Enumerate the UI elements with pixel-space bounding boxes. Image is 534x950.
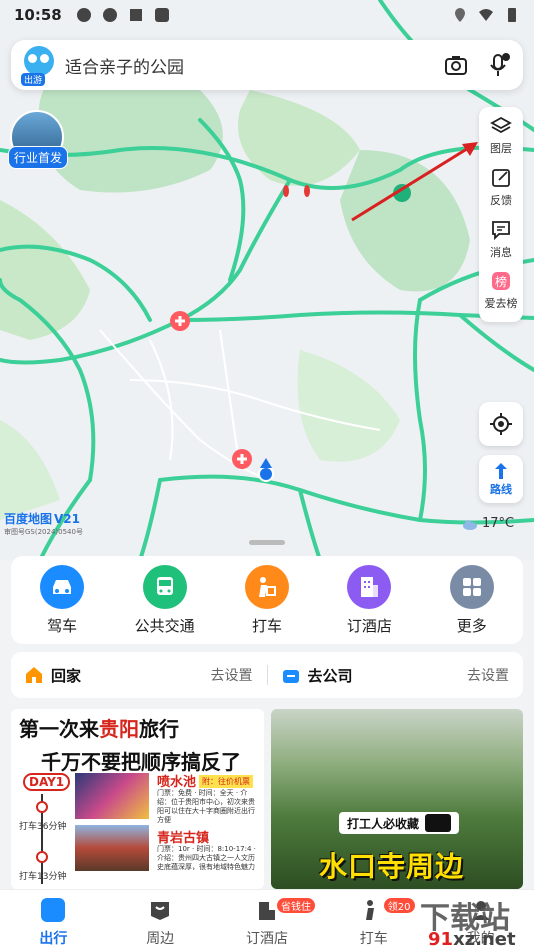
spot-title: 青岩古镇 [157,831,210,846]
timeline-dot [36,851,48,863]
home-shortcut[interactable]: 回家 去设置 [11,665,267,686]
spot-photo [75,825,149,871]
quick-action-more[interactable]: 更多 [427,564,517,636]
promo-label[interactable]: 行业首发 [8,146,69,169]
saved-places: 回家 去设置 去公司 去设置 [11,652,523,698]
tab-hotel[interactable]: 省钱住 订酒店 [227,898,315,948]
mascot-avatar[interactable]: 出游 [21,46,55,86]
feedback-icon [492,168,510,187]
layers-icon [490,116,512,134]
quick-action-drive[interactable]: 驾车 [17,564,107,636]
svg-text:榜: 榜 [495,274,507,289]
quick-action-taxi[interactable]: 打车 [222,564,312,636]
tab-taxi[interactable]: 领20 打车 [334,898,415,948]
clock: 10:58 [14,6,62,24]
feed-card-guiyang[interactable]: 第一次来贵阳旅行 千万不要把顺序搞反了 DAY1 打车36分钟 打车13分钟 喷… [11,709,264,889]
briefcase-icon [282,670,299,683]
quick-action-transit[interactable]: 公共交通 [120,564,210,636]
layers-button[interactable]: 图层 [490,115,512,167]
tab-badge: 省钱住 [276,898,315,913]
day-badge: DAY1 [23,773,71,791]
card-tag: 打工人必收藏 [339,812,460,834]
locate-button[interactable] [479,402,523,446]
feedback-button[interactable]: 反馈 [490,167,512,219]
hotel-icon [347,564,392,609]
ranking-button[interactable]: 榜 爱去榜 [485,270,518,322]
message-button[interactable]: 消息 [490,219,512,271]
battery-icon [508,8,516,22]
car-icon [40,564,85,609]
nearby-icon [151,902,170,920]
search-bar[interactable]: 出游 适合亲子的公园 [11,40,523,90]
taxi-duration: 打车13分钟 [19,872,67,882]
location-status-icon [455,8,465,22]
spot-info: 门票：免费 · 时间：全天 · 介绍：位于贵阳市中心，初次来贵阳可以住在大十字商… [157,789,255,825]
feed-card-shuikousi[interactable]: 打工人必收藏 水口寺周边 [271,709,523,889]
grid-icon [449,564,494,609]
tab-badge: 领20 [383,898,415,913]
route-button[interactable]: 路线 [479,455,523,503]
spot-title: 喷水池 [157,775,197,790]
avatar-tag: 出游 [21,73,46,86]
search-icon [425,814,452,832]
taxi-icon [365,900,374,920]
spot-info: 门票：10r · 时间：8:10-17:4 · 介绍：贵州四大古镇之一人文历史底… [157,845,256,872]
card-title: 第一次来贵阳旅行 [19,717,179,741]
taxi-duration: 打车36分钟 [19,822,67,832]
hotel-icon [258,902,275,920]
home-set-link[interactable]: 去设置 [211,665,253,685]
tab-travel[interactable]: 出行 [13,898,93,948]
app-notification-icon [129,9,142,21]
microphone-icon[interactable] [485,52,511,78]
cloud-icon [463,519,477,530]
tab-nearby[interactable]: 周边 [120,898,200,948]
travel-icon [41,898,66,922]
route-arrow-icon [495,463,507,479]
taxi-icon [244,564,289,609]
card-subtitle: 千万不要把顺序搞反了 [41,750,241,774]
bus-icon [142,564,187,609]
weather-widget[interactable]: 17°C [462,516,514,531]
wifi-icon [479,9,493,21]
quick-action-hotel[interactable]: 订酒店 [324,564,414,636]
map-tools-panel: 图层 反馈 消息 榜 爱去榜 [479,107,523,322]
ranking-icon: 榜 [492,272,510,291]
quick-actions: 驾车 公共交通 打车 订酒店 更多 [11,556,523,644]
search-input[interactable]: 适合亲子的公园 [65,53,427,78]
app-notification-icon [102,8,117,22]
site-watermark: 下载站 91xz.net [420,901,516,950]
timeline-dot [36,801,48,813]
company-shortcut[interactable]: 去公司 去设置 [268,665,524,686]
map-logo: 百度地图 V21 审图号GS(2024)0540号 [4,512,83,536]
camera-icon[interactable] [443,52,469,78]
app-notification-icon [154,8,169,22]
current-location-icon [258,466,274,482]
card-title: 水口寺周边 [319,850,465,883]
spot-badge: 附：往价机票 [199,775,253,788]
drawer-handle[interactable] [249,540,285,545]
spot-photo [75,773,149,819]
message-icon [492,220,510,240]
crosshair-icon [490,413,512,435]
app-notification-icon [76,8,91,22]
home-icon [26,667,42,683]
company-set-link[interactable]: 去设置 [467,665,509,685]
status-bar: 10:58 [0,0,534,30]
